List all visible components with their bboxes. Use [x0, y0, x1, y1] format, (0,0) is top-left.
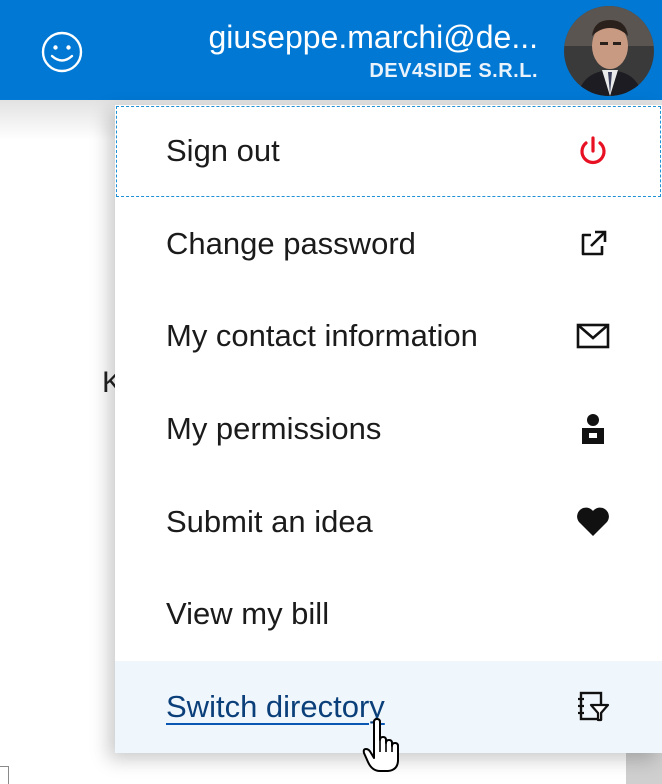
user-email[interactable]: giuseppe.marchi@de...	[208, 16, 538, 58]
switch-directory-icon	[573, 687, 613, 727]
account-menu: Sign out Change password My contact info…	[115, 105, 662, 754]
permissions-icon	[573, 409, 613, 449]
background-box-corner	[0, 766, 9, 784]
menu-item-change-password[interactable]: Change password	[115, 198, 662, 291]
smiley-icon[interactable]	[38, 28, 86, 76]
menu-item-permissions[interactable]: My permissions	[115, 383, 662, 476]
mail-icon	[573, 316, 613, 356]
power-icon	[573, 131, 613, 171]
external-link-icon	[573, 224, 613, 264]
menu-item-label: My contact information	[166, 318, 478, 354]
menu-item-contact-information[interactable]: My contact information	[115, 290, 662, 383]
menu-item-label: My permissions	[166, 411, 382, 447]
menu-item-label: Sign out	[166, 133, 280, 169]
menu-item-label: Change password	[166, 225, 416, 261]
menu-item-label: Switch directory	[166, 688, 385, 724]
portal-page: K giuseppe.marchi@de... DEV4SIDE S.R.L.	[0, 0, 662, 784]
menu-item-submit-idea[interactable]: Submit an idea	[115, 475, 662, 568]
menu-item-view-bill[interactable]: View my bill	[115, 568, 662, 661]
user-tenant[interactable]: DEV4SIDE S.R.L.	[369, 60, 538, 83]
menu-item-label: Submit an idea	[166, 503, 373, 539]
avatar[interactable]	[564, 6, 654, 96]
menu-item-label: View my bill	[166, 596, 330, 632]
heart-icon	[573, 502, 613, 542]
menu-item-switch-directory[interactable]: Switch directory	[115, 660, 662, 754]
top-bar: giuseppe.marchi@de... DEV4SIDE S.R.L.	[0, 0, 662, 100]
menu-item-sign-out[interactable]: Sign out	[115, 105, 662, 198]
